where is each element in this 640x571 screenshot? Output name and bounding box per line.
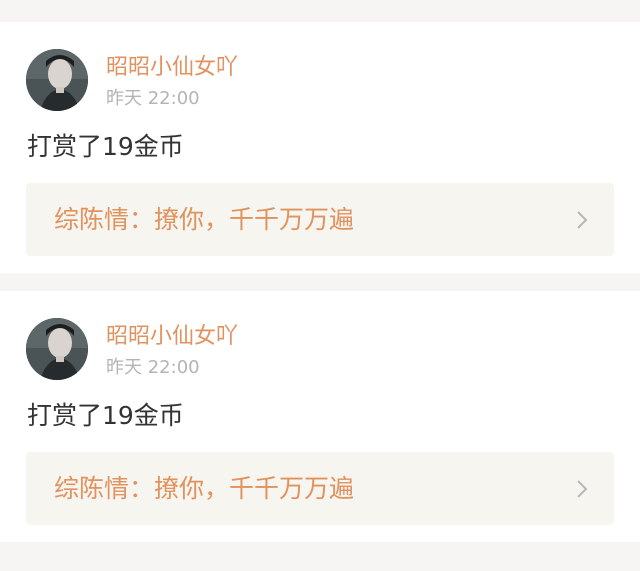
post-timestamp: 昨天 22:00	[106, 88, 200, 109]
reward-feed: 昭昭小仙女吖 昨天 22:00 打赏了19金币 综陈情：撩你，千千万万遍 昭昭小…	[0, 0, 640, 571]
novel-link[interactable]: 综陈情：撩你，千千万万遍	[26, 452, 614, 525]
reward-message: 打赏了19金币	[27, 132, 184, 161]
chevron-right-icon	[577, 480, 588, 498]
novel-link-title: 综陈情：撩你，千千万万遍	[54, 205, 355, 234]
username[interactable]: 昭昭小仙女吖	[106, 54, 238, 82]
feed-separator	[0, 273, 640, 291]
username[interactable]: 昭昭小仙女吖	[106, 323, 238, 351]
user-avatar[interactable]	[26, 49, 88, 111]
novel-link-title: 综陈情：撩你，千千万万遍	[54, 474, 355, 503]
feed-separator	[0, 542, 640, 560]
novel-link[interactable]: 综陈情：撩你，千千万万遍	[26, 183, 614, 256]
post-timestamp: 昨天 22:00	[106, 357, 200, 378]
user-avatar[interactable]	[26, 318, 88, 380]
reward-card: 昭昭小仙女吖 昨天 22:00 打赏了19金币 综陈情：撩你，千千万万遍	[0, 291, 640, 542]
feed-separator	[0, 0, 640, 22]
chevron-right-icon	[577, 211, 588, 229]
reward-card: 昭昭小仙女吖 昨天 22:00 打赏了19金币 综陈情：撩你，千千万万遍	[0, 22, 640, 273]
reward-message: 打赏了19金币	[27, 401, 184, 430]
